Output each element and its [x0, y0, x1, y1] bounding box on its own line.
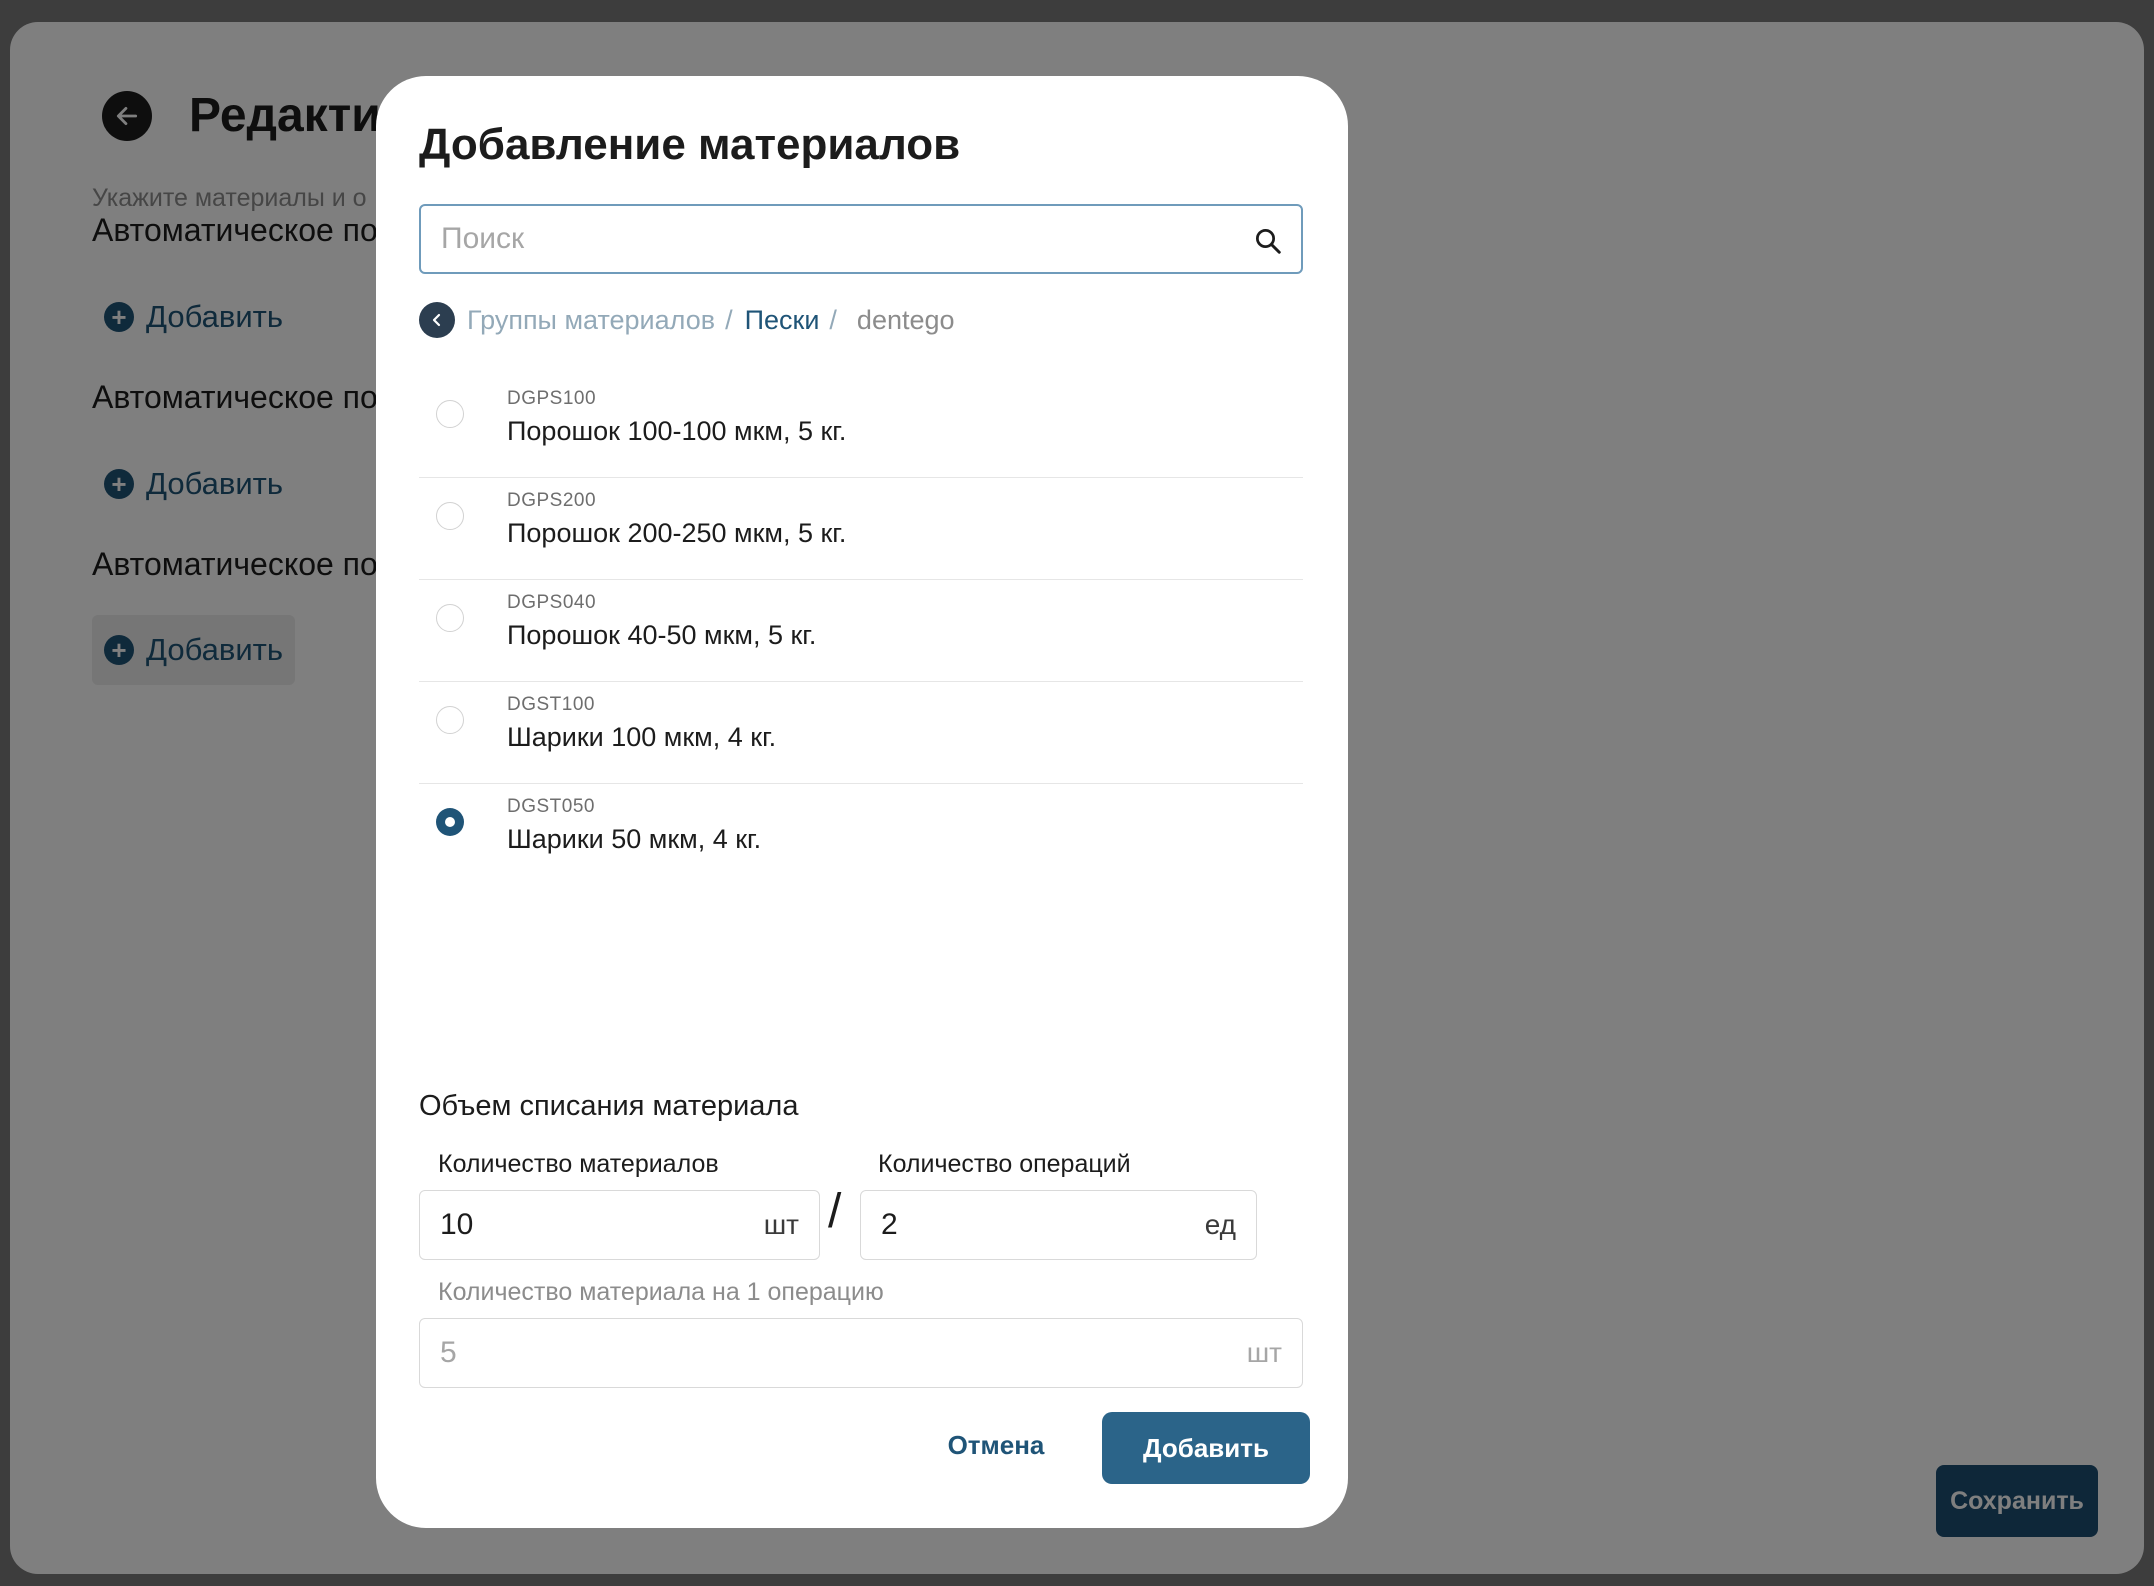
material-radio[interactable]: [436, 808, 464, 836]
operations-qty-label: Количество операций: [878, 1150, 1131, 1178]
material-code: DGPS200: [507, 490, 597, 511]
operations-qty-field[interactable]: 2 ед: [860, 1190, 1257, 1260]
materials-qty-label: Количество материалов: [438, 1150, 719, 1178]
material-item[interactable]: DGST100 Шарики 100 мкм, 4 кг.: [419, 682, 1303, 784]
material-name: Порошок 40-50 мкм, 5 кг.: [507, 620, 817, 650]
material-code: DGST100: [507, 694, 595, 715]
material-code: DGPS100: [507, 388, 597, 409]
material-item[interactable]: DGPS100 Порошок 100-100 мкм, 5 кг.: [419, 376, 1303, 478]
material-name: Порошок 200-250 мкм, 5 кг.: [507, 518, 847, 548]
volume-section-title: Объем списания материала: [419, 1090, 799, 1122]
breadcrumb-sands[interactable]: Пески: [745, 305, 820, 336]
material-radio[interactable]: [436, 706, 464, 734]
material-code: DGST050: [507, 796, 595, 817]
operations-qty-unit: ед: [1204, 1209, 1236, 1240]
materials-qty-unit: шт: [763, 1209, 799, 1240]
per-operation-value: 5: [440, 1336, 457, 1369]
breadcrumb-back-button[interactable]: [419, 302, 455, 338]
material-name: Шарики 50 мкм, 4 кг.: [507, 824, 762, 854]
material-item[interactable]: DGPS040 Порошок 40-50 мкм, 5 кг.: [419, 580, 1303, 682]
operations-qty-value[interactable]: 2: [881, 1208, 898, 1242]
cancel-button[interactable]: Отмена: [932, 1412, 1060, 1478]
material-code: DGPS040: [507, 592, 597, 613]
materials-qty-field[interactable]: 10 шт: [419, 1190, 820, 1260]
material-radio[interactable]: [436, 400, 464, 428]
per-operation-unit: шт: [1246, 1337, 1282, 1368]
per-operation-label: Количество материала на 1 операцию: [438, 1278, 884, 1306]
material-name: Порошок 100-100 мкм, 5 кг.: [507, 416, 847, 446]
breadcrumb-separator: /: [725, 304, 733, 335]
add-materials-dialog: Добавление материалов Группы материалов …: [376, 76, 1348, 1528]
material-radio[interactable]: [436, 604, 464, 632]
breadcrumb-current: dentego: [856, 304, 955, 335]
material-item[interactable]: DGST050 Шарики 50 мкм, 4 кг.: [419, 784, 1303, 885]
material-name: Шарики 100 мкм, 4 кг.: [507, 722, 777, 752]
ratio-divider: /: [828, 1185, 842, 1238]
dialog-title: Добавление материалов: [419, 120, 961, 169]
add-button[interactable]: Добавить: [1102, 1412, 1310, 1484]
materials-list: DGPS100 Порошок 100-100 мкм, 5 кг. DGPS2…: [419, 376, 1303, 885]
chevron-left-icon: [432, 313, 441, 327]
materials-qty-value[interactable]: 10: [440, 1208, 473, 1242]
search-input[interactable]: [421, 206, 1241, 272]
material-item[interactable]: DGPS200 Порошок 200-250 мкм, 5 кг.: [419, 478, 1303, 580]
breadcrumb: Группы материалов / Пески / dentego: [419, 302, 955, 338]
material-radio[interactable]: [436, 502, 464, 530]
search-icon[interactable]: [1253, 226, 1283, 256]
per-operation-field: 5 шт: [419, 1318, 1303, 1388]
breadcrumb-material-groups[interactable]: Группы материалов: [467, 305, 715, 336]
breadcrumb-separator: /: [829, 304, 837, 335]
search-field[interactable]: [419, 204, 1303, 274]
